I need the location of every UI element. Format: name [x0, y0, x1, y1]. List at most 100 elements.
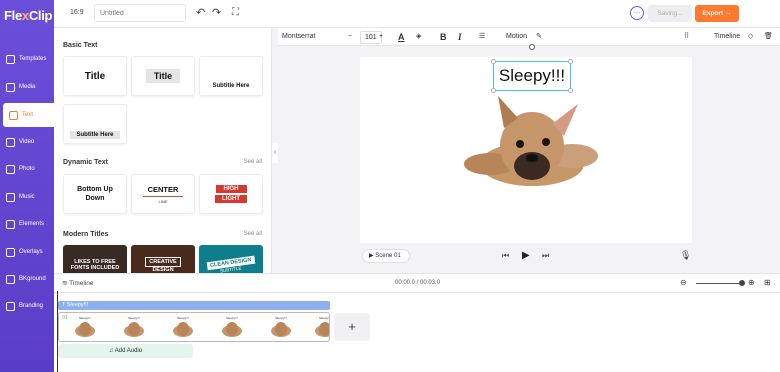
dog-image[interactable]	[460, 92, 605, 202]
bold-icon[interactable]: B	[440, 31, 447, 43]
sidebar-item-elements[interactable]: Elements	[0, 212, 54, 236]
modern-preset-clean[interactable]: CLEAN DESIGN SUBTITLE	[199, 245, 263, 273]
scene-thumbnails: Sleepy!!! Sleepy!!! Sleepy!!! Sleepy!!! …	[75, 316, 329, 337]
svg-text:Sleepy!!!: Sleepy!!!	[319, 316, 329, 320]
dynamic-preset-bottom-up[interactable]: Bottom Up Down	[63, 174, 127, 214]
sidebar: FlexClip Templates Media Text Video Phot…	[0, 0, 54, 372]
dynamic-preset-center-line[interactable]: CENTER LINE	[131, 174, 195, 214]
thumbnail-frame: Sleepy!!!	[315, 316, 329, 337]
svg-text:Sleepy!!!: Sleepy!!!	[79, 316, 91, 320]
basic-text-heading: Basic Text	[63, 42, 98, 49]
export-button[interactable]: Export →	[695, 5, 739, 22]
divider-line	[143, 195, 183, 197]
grid-icon[interactable]: ⠿	[684, 31, 689, 43]
svg-text:Sleepy!!!: Sleepy!!!	[226, 316, 238, 320]
modern-preset-creative[interactable]: CREATIVE DESIGN	[131, 245, 195, 273]
text-track-icon: T	[62, 302, 66, 308]
rotate-handle-icon[interactable]	[529, 44, 535, 50]
sidebar-item-text[interactable]: Text	[3, 103, 54, 127]
templates-icon	[6, 54, 15, 64]
branding-icon	[6, 301, 15, 311]
sidebar-item-overlays[interactable]: Overlays	[0, 240, 54, 264]
media-icon	[6, 82, 15, 92]
scene-clip[interactable]: 01 Sleepy!!! Sleepy!!! Sleepy!!! Sleepy!…	[58, 312, 330, 342]
thumbnail-frame: Sleepy!!!	[75, 316, 95, 337]
saving-status: Saving...	[648, 5, 692, 22]
zoom-slider[interactable]	[696, 283, 742, 284]
elements-icon	[6, 219, 15, 229]
font-family-select[interactable]: Montserrat	[282, 31, 315, 43]
flexclip-logo[interactable]: FlexClip	[4, 8, 52, 23]
music-icon	[6, 192, 15, 202]
zoom-out-icon[interactable]: ⊖	[680, 278, 687, 287]
sidebar-item-music[interactable]: Music	[0, 185, 54, 209]
next-icon[interactable]: ⏭	[542, 251, 549, 261]
video-icon	[6, 137, 15, 147]
text-preset-title[interactable]: Title	[63, 56, 127, 96]
resize-handle[interactable]	[491, 59, 496, 64]
zoom-slider-handle[interactable]	[739, 280, 745, 286]
svg-text:Sleepy!!!: Sleepy!!!	[177, 316, 189, 320]
align-icon[interactable]: ☰	[479, 31, 485, 43]
timeline-heading: ≋ Timeline	[62, 280, 94, 287]
italic-icon[interactable]: I	[458, 31, 462, 43]
resize-handle[interactable]	[568, 59, 573, 64]
text-color-icon[interactable]: A	[398, 31, 405, 43]
text-track-clip[interactable]: T Sleepy!!!	[58, 301, 330, 310]
font-size-decrease-button[interactable]: −	[348, 31, 352, 43]
sidebar-item-branding[interactable]: Branding	[0, 294, 54, 318]
add-scene-button[interactable]: +	[334, 313, 370, 341]
project-title-input[interactable]	[94, 4, 186, 22]
arrow-right-icon: →	[724, 10, 732, 17]
fullscreen-icon[interactable]: ⛶	[232, 7, 239, 19]
thumbnail-frame: Sleepy!!!	[222, 316, 242, 337]
fit-timeline-icon[interactable]: ⊞	[764, 278, 771, 287]
text-preset-subtitle[interactable]: Subtitle Here	[199, 56, 263, 96]
layers-icon[interactable]: ◇	[748, 31, 753, 43]
resize-handle[interactable]	[491, 88, 496, 93]
timeline-ruler	[54, 292, 780, 293]
motion-button[interactable]: Motion	[506, 31, 527, 43]
modern-titles-heading: Modern Titles	[63, 231, 109, 238]
timeline-toggle[interactable]: Timeline	[714, 31, 740, 43]
overlays-icon	[6, 247, 15, 257]
previous-icon[interactable]: ⏮	[502, 251, 509, 261]
top-bar: 16:9 ↶ ↷ ⛶ … Saving... Export →	[54, 0, 780, 28]
modern-see-all-link[interactable]: See all	[244, 231, 262, 237]
dynamic-text-heading: Dynamic Text	[63, 159, 108, 166]
microphone-icon[interactable]: 🎙	[680, 250, 691, 261]
sidebar-item-photo[interactable]: Photo	[0, 157, 54, 181]
undo-icon[interactable]: ↶	[196, 7, 205, 19]
thumbnail-frame: Sleepy!!!	[124, 316, 144, 337]
thumbnail-frame: Sleepy!!!	[173, 316, 193, 337]
timecode: 00:00.0 / 00:03.0	[395, 280, 441, 286]
sidebar-item-media[interactable]: Media	[0, 75, 54, 99]
sidebar-item-templates[interactable]: Templates	[0, 47, 54, 71]
aspect-ratio-selector[interactable]: 16:9	[70, 9, 84, 16]
sidebar-item-video[interactable]: Video	[0, 130, 54, 154]
collapse-panel-icon[interactable]: ‹	[272, 143, 278, 163]
highlight-color-icon[interactable]: ◈	[416, 31, 421, 43]
thumbnail-frame: Sleepy!!!	[271, 316, 291, 337]
sidebar-item-bkground[interactable]: BKground	[0, 267, 54, 291]
text-preset-subtitle-box[interactable]: Subtitle Here	[63, 104, 127, 144]
play-icon: ▶	[369, 253, 374, 259]
chat-icon[interactable]: …	[630, 6, 644, 20]
text-preset-title-box[interactable]: Title	[131, 56, 195, 96]
edit-pen-icon[interactable]: ✎	[536, 31, 542, 43]
resize-handle[interactable]	[568, 88, 573, 93]
timeline-icon: ≋	[62, 280, 68, 287]
redo-icon[interactable]: ↷	[212, 7, 221, 19]
scene-selector[interactable]: ▶ Scene 01	[362, 249, 410, 263]
dynamic-see-all-link[interactable]: See all	[244, 159, 262, 165]
dynamic-preset-highlight[interactable]: HIGH LIGHT	[199, 174, 263, 214]
delete-icon[interactable]: 🗑	[764, 31, 773, 43]
play-button-icon[interactable]: ▶	[522, 250, 530, 261]
font-size-increase-button[interactable]: +	[379, 31, 383, 43]
text-edit-toolbar: Montserrat − 101 + A ◈ B I ☰ Motion ✎ ⠿ …	[278, 28, 780, 46]
modern-preset-likes[interactable]: LIKES TO FREE FONTS INCLUDED	[63, 245, 127, 273]
selected-text-element[interactable]: Sleepy!!!	[493, 61, 571, 91]
zoom-in-icon[interactable]: ⊕	[748, 278, 755, 287]
photo-icon	[6, 164, 15, 174]
add-audio-button[interactable]: ♫ Add Audio	[58, 344, 193, 358]
